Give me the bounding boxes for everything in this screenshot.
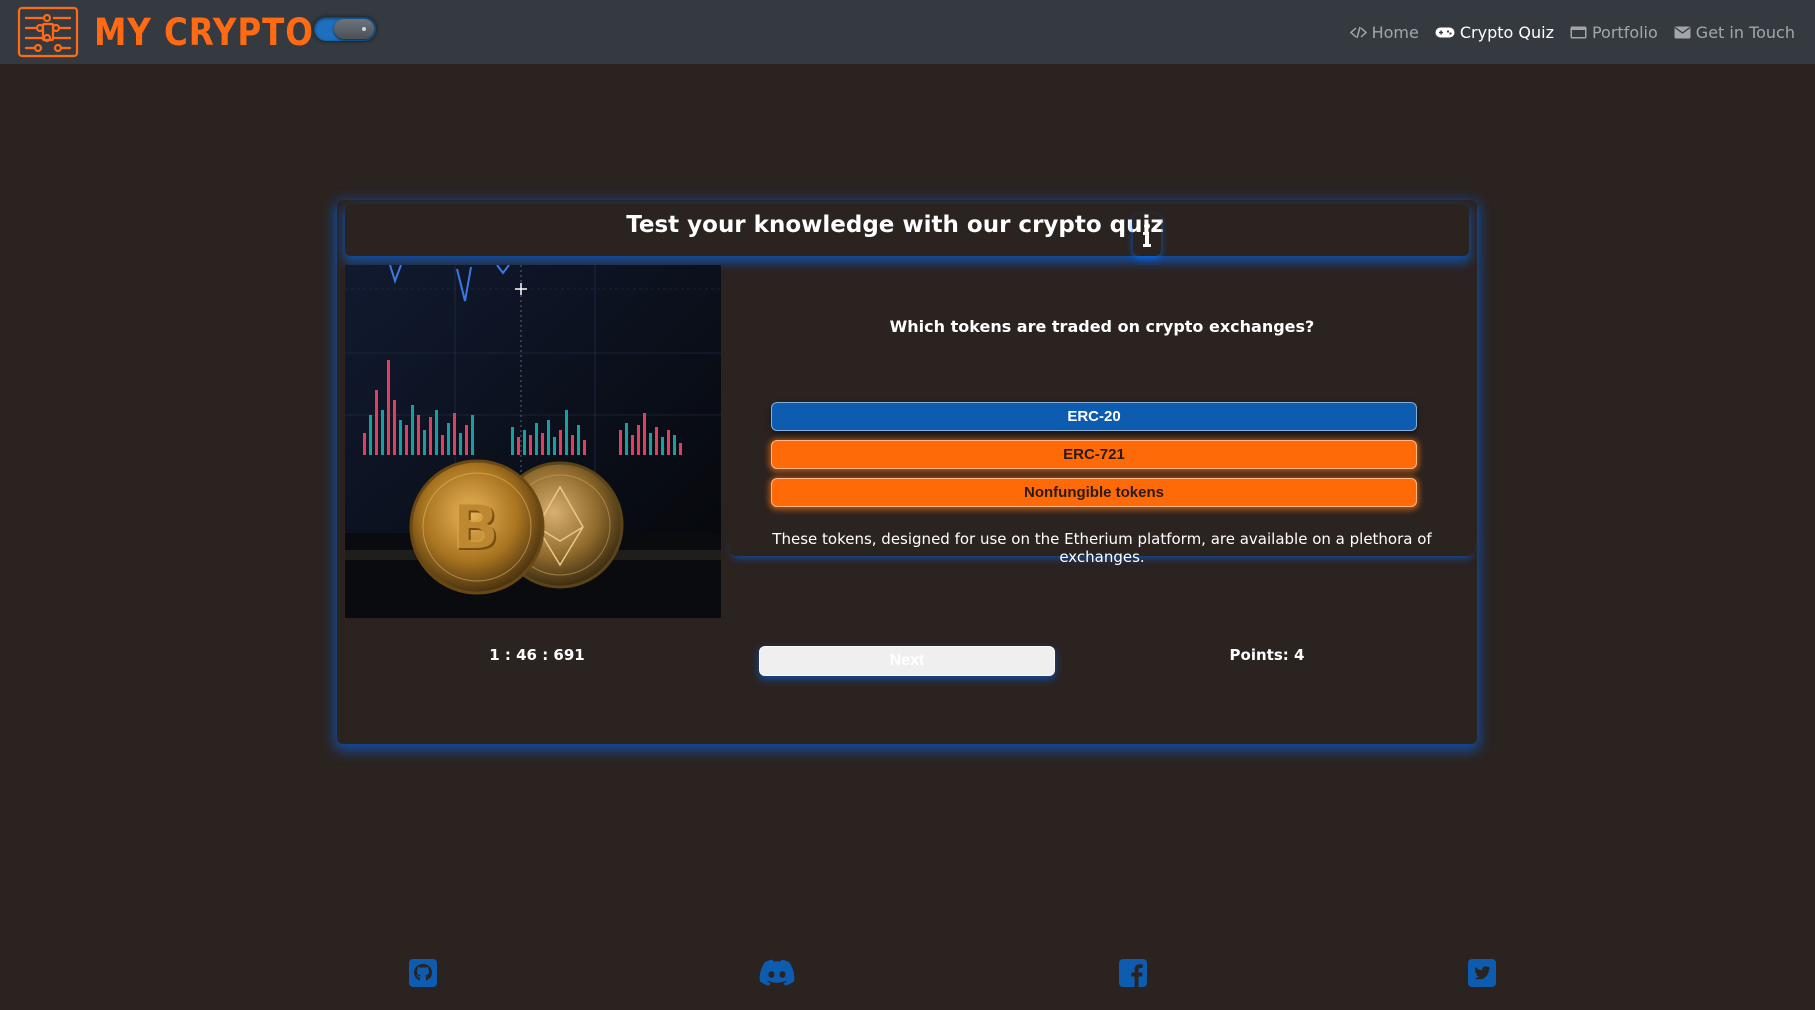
nav-item-label: Get in Touch (1695, 22, 1795, 42)
toggle-knob (334, 19, 374, 39)
answer-option-nonfungible[interactable]: Nonfungible tokens (771, 478, 1417, 507)
info-button[interactable] (1133, 214, 1161, 256)
envelope-icon (1674, 26, 1691, 38)
answer-option-erc20[interactable]: ERC-20 (771, 402, 1417, 431)
svg-text:B: B (451, 490, 498, 563)
brand-name: MY CRYPTO (94, 10, 314, 54)
brand[interactable]: MY CRYPTO (17, 6, 344, 58)
nav-item-label: Portfolio (1591, 22, 1658, 42)
answer-option-erc721[interactable]: ERC-721 (771, 440, 1417, 469)
twitter-icon (1468, 959, 1496, 987)
window-icon (1570, 26, 1587, 38)
nav-item-crypto-quiz[interactable]: Crypto Quiz (1435, 23, 1554, 42)
github-icon (409, 959, 437, 987)
discord-icon (759, 959, 795, 986)
quiz-question: Which tokens are traded on crypto exchan… (889, 317, 1315, 336)
next-button[interactable]: Next (759, 646, 1055, 676)
answer-explanation: These tokens, designed for use on the Et… (729, 530, 1475, 566)
nav-links: Home Crypto Quiz Portfolio Get in Touch (1349, 0, 1795, 64)
twitter-link[interactable] (1467, 958, 1497, 988)
quiz-timer: 1 : 46 : 691 (489, 646, 585, 664)
facebook-link[interactable] (1118, 958, 1148, 988)
code-icon (1349, 26, 1367, 38)
quiz-card: Test your knowledge with our crypto quiz (337, 200, 1477, 744)
github-link[interactable] (408, 958, 438, 988)
circuit-logo-icon (17, 6, 79, 58)
quiz-title: Test your knowledge with our crypto quiz (626, 212, 1164, 238)
quiz-header: Test your knowledge with our crypto quiz (345, 204, 1469, 256)
theme-toggle[interactable] (314, 17, 376, 41)
nav-item-portfolio[interactable]: Portfolio (1570, 23, 1658, 42)
info-icon (1143, 223, 1151, 247)
nav-item-home[interactable]: Home (1349, 22, 1419, 42)
nav-item-label: Home (1371, 22, 1419, 42)
gamepad-icon (1435, 27, 1455, 37)
nav-item-label: Crypto Quiz (1459, 22, 1554, 42)
facebook-icon (1119, 959, 1147, 987)
navbar: MY CRYPTO Home Crypto Quiz Portfolio Get… (0, 0, 1815, 64)
crypto-coins-chart-image: B B (345, 265, 721, 618)
nav-item-get-in-touch[interactable]: Get in Touch (1674, 23, 1795, 42)
quiz-image: B B (345, 265, 721, 618)
discord-link[interactable] (757, 958, 797, 988)
points-counter: Points: 4 (1229, 646, 1305, 664)
